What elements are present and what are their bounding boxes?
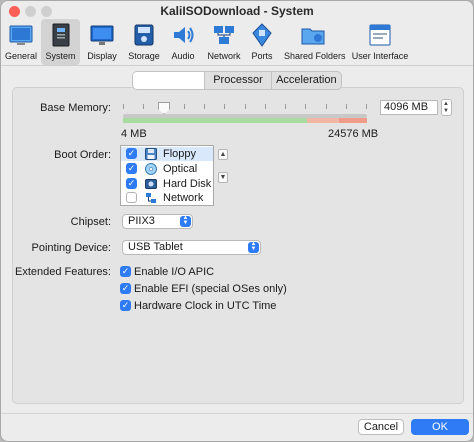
slider-tick xyxy=(204,104,205,109)
toolbar-label: System xyxy=(45,51,76,61)
boot-item-name: Optical xyxy=(163,163,198,175)
boot-optical-checkbox[interactable]: ✓ xyxy=(126,163,137,174)
toolbar-label: Audio xyxy=(171,51,195,61)
boot-item-floppy[interactable]: ✓ Floppy xyxy=(121,147,213,161)
slider-tick xyxy=(123,104,124,109)
boot-order-list: ✓ Floppy ✓ Optical ✓ Hard Disk Network xyxy=(120,145,214,206)
memory-zone-ok xyxy=(123,118,307,123)
boot-item-name: Floppy xyxy=(163,148,197,160)
slider-tick xyxy=(366,104,367,109)
hardware-clock-utc-checkbox[interactable]: ✓ xyxy=(120,300,131,311)
tab-processor[interactable]: Processor xyxy=(205,72,272,89)
audio-icon xyxy=(174,27,194,43)
toolbar-network[interactable]: Network xyxy=(205,19,243,65)
chevron-up-down-icon: ▲ ▼ xyxy=(248,241,259,253)
floppy-icon xyxy=(145,148,157,160)
toolbar-ports[interactable]: Ports xyxy=(247,19,277,65)
chevron-up-down-icon: ▲ ▼ xyxy=(180,215,191,227)
toolbar-label: General xyxy=(4,51,38,61)
hard-disk-icon xyxy=(145,179,157,189)
display-icon xyxy=(90,25,114,45)
enable-efi-checkbox[interactable]: ✓ xyxy=(120,283,131,294)
toolbar-divider xyxy=(1,65,473,66)
toolbar-storage[interactable]: Storage xyxy=(125,19,163,65)
window-title: KaliISODownload - System xyxy=(160,4,314,18)
memory-zone-bad xyxy=(339,118,367,123)
toolbar-shared-folders[interactable]: Shared Folders xyxy=(284,19,346,65)
slider-tick xyxy=(224,104,225,109)
optical-icon xyxy=(145,163,157,175)
slider-tick xyxy=(285,104,286,109)
slider-tick xyxy=(346,104,347,109)
toolbar-label: User Interface xyxy=(351,51,409,61)
boot-network-checkbox[interactable] xyxy=(126,192,137,203)
system-icon xyxy=(52,23,69,47)
toolbar-label: Ports xyxy=(251,51,273,61)
settings-toolbar: General System Display Storage Audio Net… xyxy=(1,19,473,65)
toolbar-label: Display xyxy=(87,51,117,61)
memory-max-label: 24576 MB xyxy=(328,128,379,140)
slider-tick xyxy=(143,104,144,109)
slider-tick xyxy=(326,104,327,109)
memory-stepper[interactable]: ▲ ▼ xyxy=(441,99,452,116)
title-bar: KaliISODownload - System xyxy=(1,1,473,21)
slider-tick xyxy=(245,104,246,109)
shared-folders-icon xyxy=(301,28,325,45)
arrow-up-icon: ▲ xyxy=(219,151,227,158)
toolbar-display[interactable]: Display xyxy=(83,19,121,65)
boot-item-name: Hard Disk xyxy=(163,178,212,190)
storage-icon xyxy=(134,24,154,46)
base-memory-label: Base Memory: xyxy=(40,102,111,114)
toolbar-system[interactable]: System xyxy=(41,19,80,65)
chipset-label: Chipset: xyxy=(70,216,111,228)
ok-button[interactable]: OK xyxy=(411,419,469,435)
user-interface-icon xyxy=(369,24,391,46)
general-icon xyxy=(9,25,33,45)
slider-tick xyxy=(265,104,266,109)
hardware-clock-utc-label: Hardware Clock in UTC Time xyxy=(134,300,277,312)
system-settings-window: KaliISODownload - System General System xyxy=(0,0,474,442)
network-icon xyxy=(146,193,156,203)
tab-motherboard[interactable] xyxy=(133,72,206,89)
network-icon xyxy=(214,26,234,44)
boot-move-up-button[interactable]: ▲ xyxy=(218,149,228,160)
base-memory-input[interactable]: 4096 MB xyxy=(380,100,438,115)
boot-order-label: Boot Order: xyxy=(54,149,111,161)
toolbar-audio[interactable]: Audio xyxy=(167,19,199,65)
toolbar-user-interface[interactable]: User Interface xyxy=(349,19,411,65)
toolbar-general[interactable]: General xyxy=(3,19,39,65)
chipset-select[interactable]: PIIX3 ▲ ▼ xyxy=(122,214,193,229)
boot-item-name: Network xyxy=(163,192,204,204)
toolbar-label: Shared Folders xyxy=(284,51,346,61)
boot-floppy-checkbox[interactable]: ✓ xyxy=(126,148,137,159)
memory-min-label: 4 MB xyxy=(121,128,147,140)
pointing-device-value: USB Tablet xyxy=(128,241,183,253)
slider-tick xyxy=(184,104,185,109)
arrow-down-icon: ▼ xyxy=(219,174,227,181)
stepper-down-icon[interactable]: ▼ xyxy=(443,108,449,114)
enable-io-apic-checkbox[interactable]: ✓ xyxy=(120,266,131,277)
chipset-value: PIIX3 xyxy=(128,215,155,227)
extended-features-label: Extended Features: xyxy=(14,266,111,278)
pointing-device-label: Pointing Device: xyxy=(31,242,112,254)
stepper-up-icon[interactable]: ▲ xyxy=(443,101,449,107)
cancel-button[interactable]: Cancel xyxy=(358,419,404,435)
tab-acceleration[interactable]: Acceleration xyxy=(272,72,341,89)
toolbar-label: Storage xyxy=(128,51,160,61)
toolbar-label: Network xyxy=(207,51,241,61)
footer-divider xyxy=(1,413,473,414)
boot-item-optical[interactable]: ✓ Optical xyxy=(121,162,213,176)
memory-zone-warn xyxy=(307,118,339,123)
boot-item-network[interactable]: Network xyxy=(121,191,213,205)
boot-item-hard-disk[interactable]: ✓ Hard Disk xyxy=(121,177,213,191)
boot-move-down-button[interactable]: ▼ xyxy=(218,172,228,183)
slider-tick xyxy=(305,104,306,109)
system-tabs: Processor Acceleration xyxy=(132,71,342,90)
enable-efi-label: Enable EFI (special OSes only) xyxy=(134,283,287,295)
ports-icon xyxy=(252,23,272,47)
boot-hard-disk-checkbox[interactable]: ✓ xyxy=(126,178,137,189)
enable-io-apic-label: Enable I/O APIC xyxy=(134,266,215,278)
pointing-device-select[interactable]: USB Tablet ▲ ▼ xyxy=(122,240,261,255)
